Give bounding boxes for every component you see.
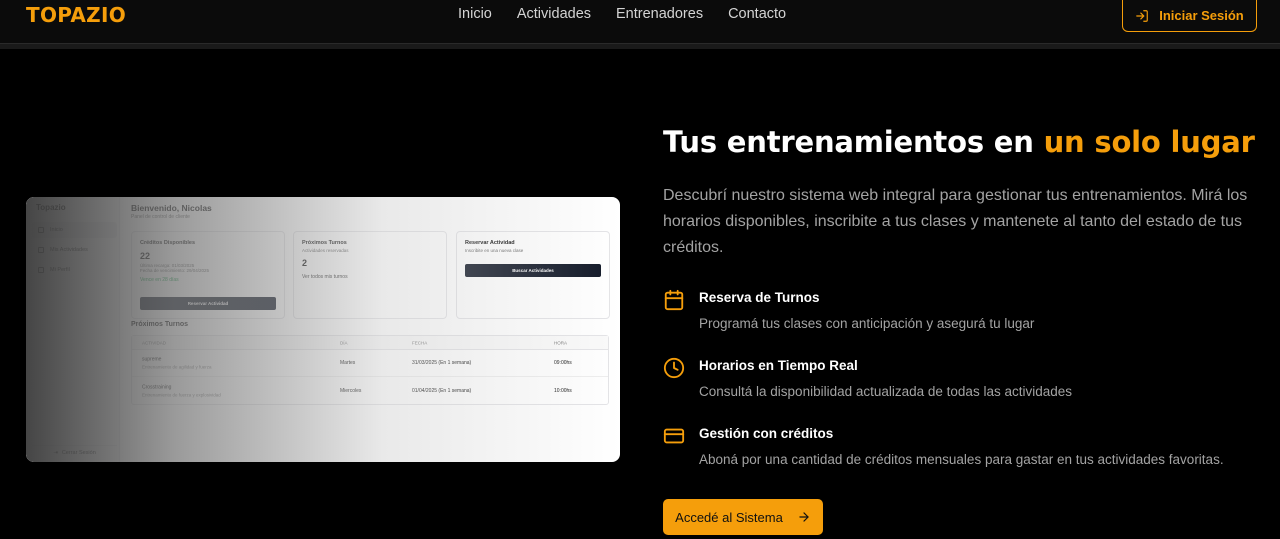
preview-subtitle: Panel de control de cliente bbox=[131, 214, 190, 220]
preview-sidebar-item-inicio: Inicio bbox=[32, 222, 117, 238]
logo[interactable]: TOPAZIO bbox=[26, 3, 126, 27]
preview-logout: ⇥ Cerrar Sesión bbox=[32, 445, 117, 459]
preview-credits-card: Créditos Disponibles 22 Última recarga: … bbox=[131, 231, 285, 319]
login-label: Iniciar Sesión bbox=[1159, 8, 1244, 23]
cta-label: Accedé al Sistema bbox=[675, 509, 783, 525]
dashboard-preview-image: Topazio Inicio Mis Actividades Mi Perfil… bbox=[26, 197, 620, 462]
feature-title: Reserva de Turnos bbox=[699, 290, 820, 305]
logout-icon: ⇥ bbox=[53, 449, 58, 456]
preview-brand: Topazio bbox=[36, 203, 66, 212]
table-row: supreme Entrenamiento de agilidad y fuerz… bbox=[132, 350, 608, 377]
preview-sidebar-item-perfil: Mi Perfil bbox=[32, 262, 117, 278]
preview-reserve-button: Reservar Actividad bbox=[140, 297, 276, 310]
top-navbar: TOPAZIO Inicio Actividades Entrenadores … bbox=[0, 0, 1280, 49]
access-system-button[interactable]: Accedé al Sistema bbox=[663, 499, 823, 535]
hero-title-accent: un solo lugar bbox=[1043, 125, 1255, 159]
home-icon bbox=[38, 227, 44, 233]
arrow-right-icon bbox=[799, 512, 809, 522]
hero-description: Descubrí nuestro sistema web integral pa… bbox=[663, 187, 1248, 256]
feature-description: Programá tus clases con anticipación y a… bbox=[699, 316, 1035, 331]
nav-link-inicio[interactable]: Inicio bbox=[458, 6, 492, 22]
clock-icon bbox=[663, 357, 685, 379]
preview-welcome: Bienvenido, Nicolas bbox=[131, 203, 212, 213]
calendar-icon bbox=[664, 289, 684, 311]
nav-link-contacto[interactable]: Contacto bbox=[728, 6, 786, 22]
feature-description: Consultá la disponibilidad actualizada d… bbox=[699, 384, 1072, 399]
preview-table-title: Próximos Turnos bbox=[131, 321, 189, 328]
login-icon bbox=[1136, 9, 1149, 22]
feature-description: Aboná por una cantidad de créditos mensu… bbox=[699, 452, 1224, 467]
feature-title: Gestión con créditos bbox=[699, 426, 834, 441]
preview-sidebar-item-actividades: Mis Actividades bbox=[32, 242, 117, 258]
table-header: ACTIVIDAD DÍA FECHA HORA bbox=[132, 336, 608, 350]
user-icon bbox=[38, 267, 44, 273]
calendar-icon bbox=[38, 247, 44, 253]
login-button[interactable]: Iniciar Sesión bbox=[1122, 0, 1257, 32]
nav-divider bbox=[0, 44, 1280, 49]
hero-title: Tus entrenamientos en un solo lugar bbox=[663, 125, 1255, 159]
credit-card-icon bbox=[663, 428, 685, 444]
nav-link-actividades[interactable]: Actividades bbox=[517, 6, 591, 22]
preview-turns-card: Próximos Turnos Actividades reservadas 2… bbox=[293, 231, 447, 319]
feature-title: Horarios en Tiempo Real bbox=[699, 358, 858, 373]
preview-search-button: Buscar Actividades bbox=[465, 264, 601, 277]
preview-reserve-card: Reservar Actividad Inscribite en una nue… bbox=[456, 231, 610, 319]
table-row: Crosstraining Entrenamiento de fuerza y e… bbox=[142, 384, 572, 397]
preview-sidebar: Topazio Inicio Mis Actividades Mi Perfil… bbox=[26, 197, 120, 462]
nav-link-entrenadores[interactable]: Entrenadores bbox=[616, 6, 703, 22]
main-menu: Inicio Actividades Entrenadores Contacto bbox=[458, 6, 786, 22]
preview-turns-table: ACTIVIDAD DÍA FECHA HORA supreme Entrenam… bbox=[131, 335, 609, 405]
